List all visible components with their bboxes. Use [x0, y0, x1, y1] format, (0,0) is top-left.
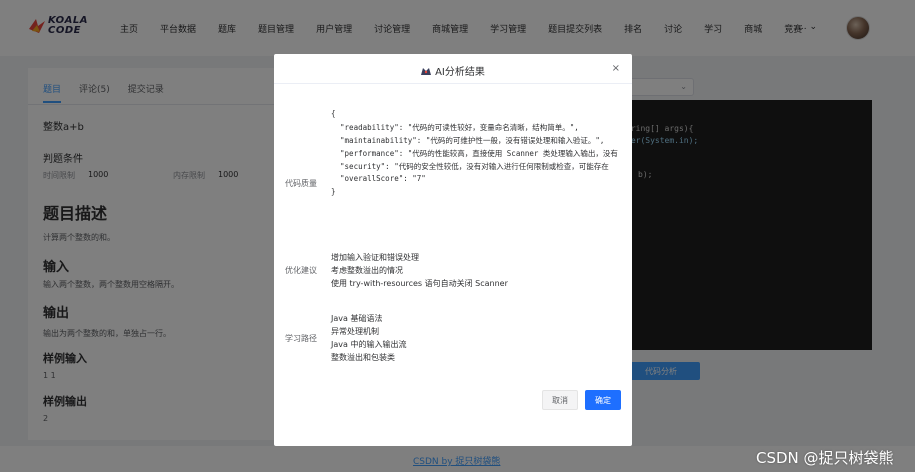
learning-path-item: 整数溢出和包装类 [331, 353, 395, 362]
dialog-body[interactable]: 代码质量 { "readability": "代码的可读性较好，变量命名清晰，结… [274, 84, 632, 384]
dialog-footer: 取消 确定 [274, 384, 632, 446]
dialog-title-text: AI分析结果 [435, 67, 485, 78]
close-icon[interactable]: × [612, 63, 620, 74]
suggestion-item: 使用 try-with-resources 语句自动关闭 Scanner [331, 279, 508, 288]
ai-analysis-dialog: AI分析结果 × 代码质量 { "readability": "代码的可读性较好… [274, 54, 632, 446]
code-quality-label: 代码质量 [285, 179, 317, 188]
json-line: "maintainability": "代码的可维护性一般，没有错误处理和输入验… [331, 136, 605, 145]
dialog-header: AI分析结果 × [274, 54, 632, 84]
json-line: "overallScore": "7" [331, 174, 426, 183]
json-line: "readability": "代码的可读性较好，变量命名清晰，结构简单。", [331, 123, 579, 132]
suggestion-item: 增加输入验证和错误处理 [331, 253, 419, 262]
ai-robot-icon [421, 68, 432, 75]
confirm-button[interactable]: 确定 [585, 390, 621, 410]
learning-path-item: Java 基础语法 [331, 314, 383, 323]
learning-path-item: 异常处理机制 [331, 327, 379, 336]
learning-path-item: Java 中的输入输出流 [331, 340, 407, 349]
dialog-title: AI分析结果 [274, 63, 632, 78]
optimization-label: 优化建议 [285, 266, 317, 275]
cancel-button[interactable]: 取消 [542, 390, 578, 410]
json-line: "performance": "代码的性能较高，直接使用 Scanner 类处理… [331, 149, 618, 158]
json-line: { [331, 109, 336, 118]
learning-path-label: 学习路径 [285, 334, 317, 343]
csdn-watermark: CSDN @捉只树袋熊 [756, 449, 894, 467]
suggestion-item: 考虑整数溢出的情况 [331, 266, 403, 275]
json-line: "security": "代码的安全性较低，没有对输入进行任何限制或检查，可能存… [331, 162, 609, 171]
json-line: } [331, 187, 336, 196]
